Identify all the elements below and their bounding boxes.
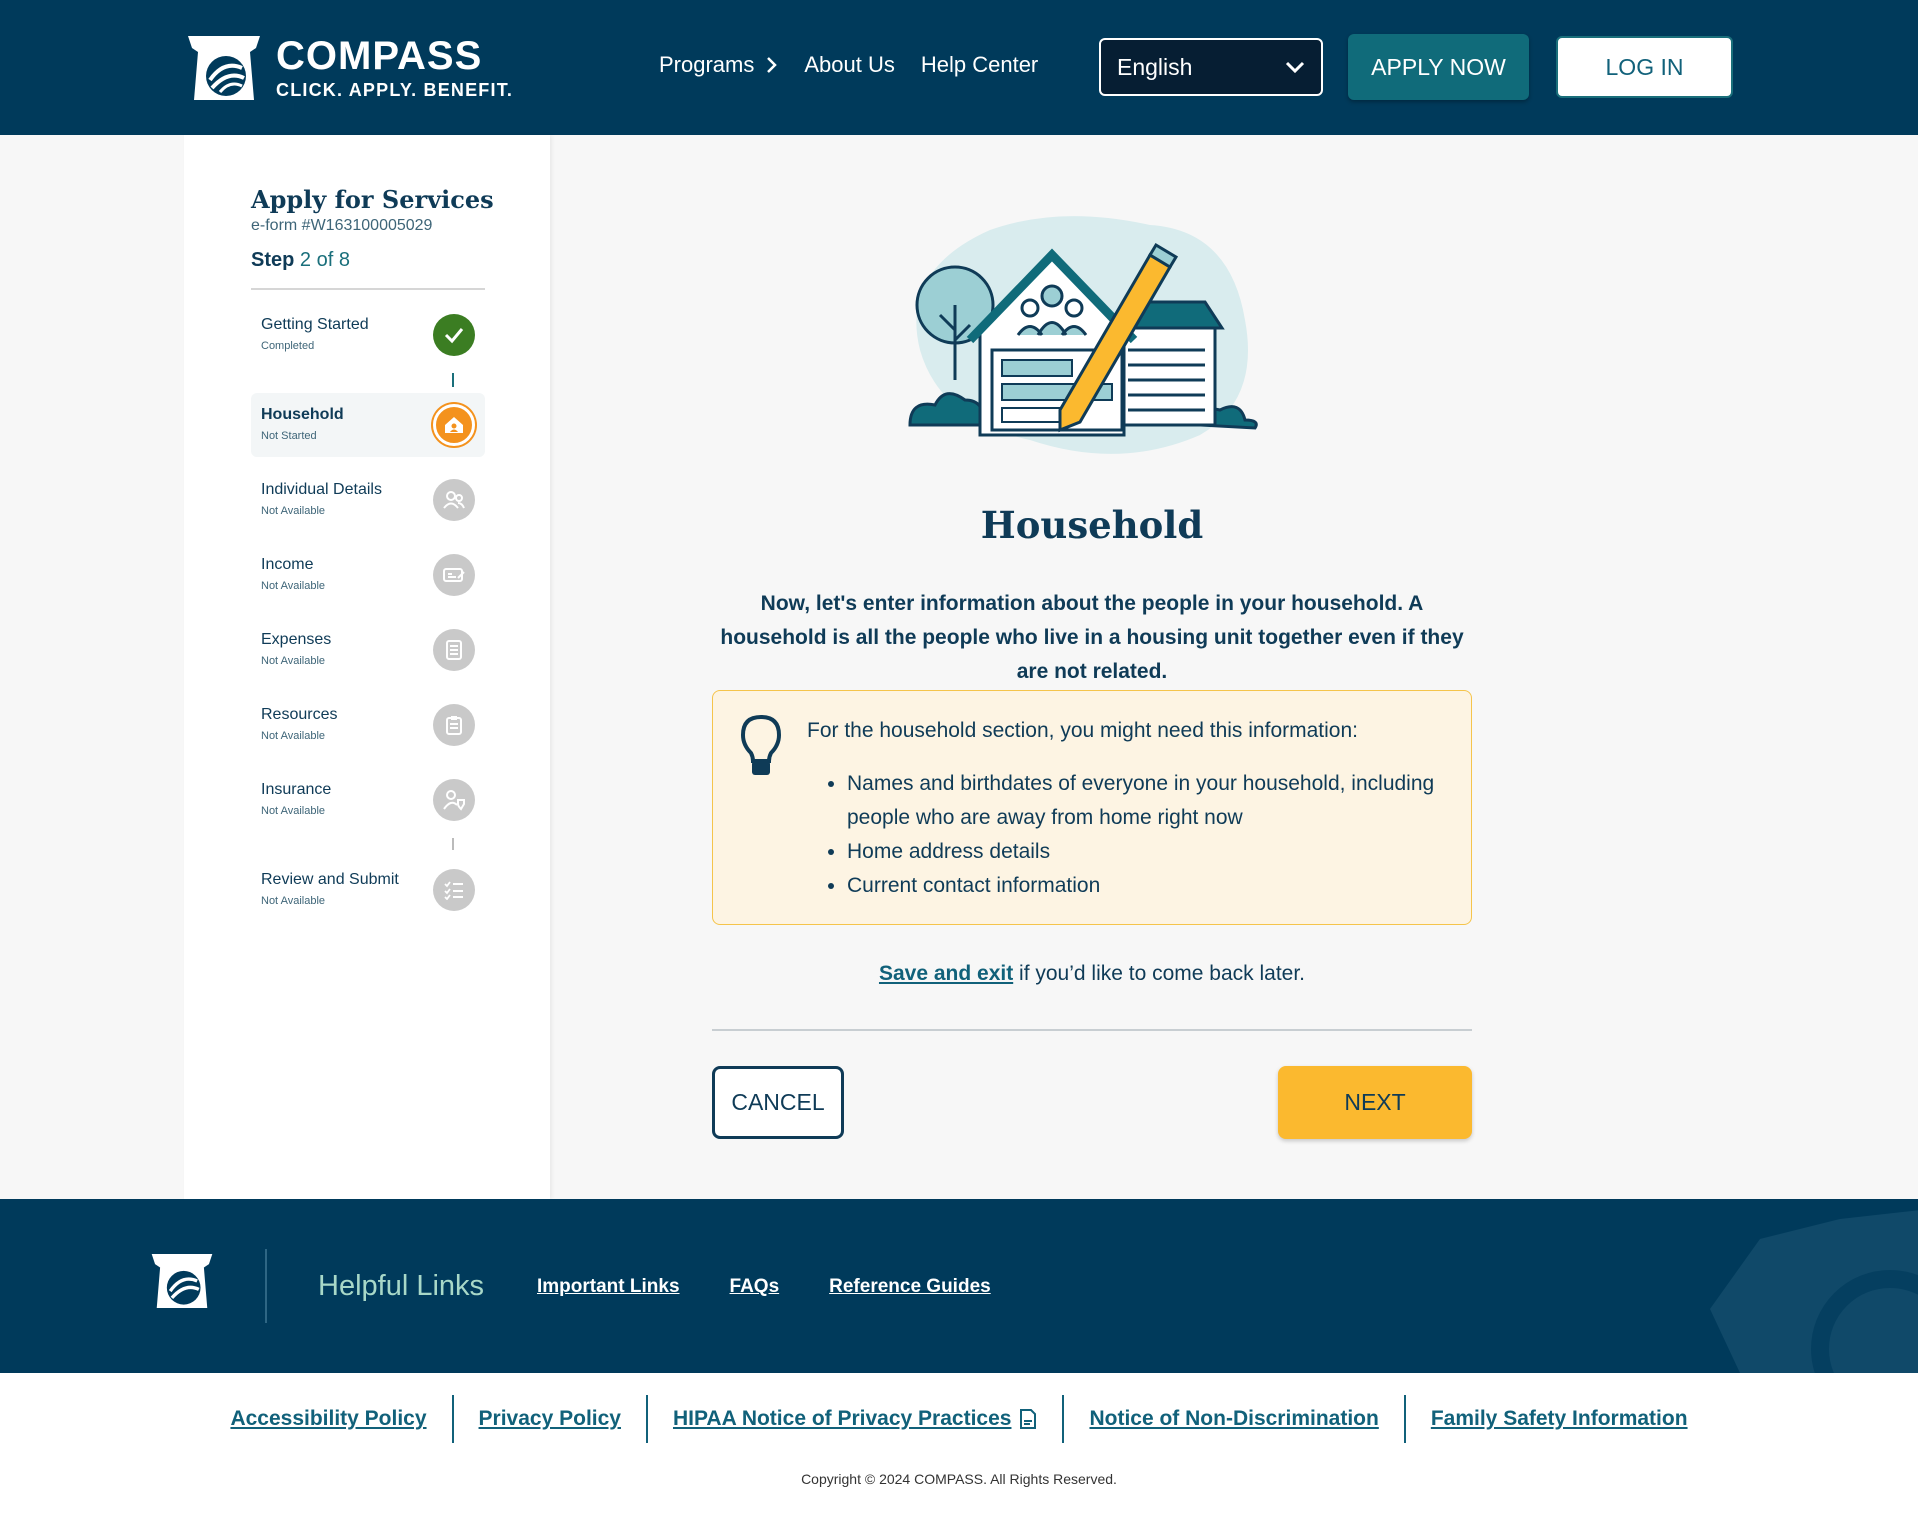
sidebar-title: Apply for Services: [251, 185, 494, 214]
next-button[interactable]: NEXT: [1278, 1066, 1472, 1139]
save-and-exit-link[interactable]: Save and exit: [879, 962, 1013, 985]
lightbulb-icon: [740, 714, 782, 775]
section-description: Now, let's enter information about the p…: [720, 592, 1464, 683]
step-indicator: Step 2 of 8: [251, 249, 350, 272]
step-progress: 2 of 8: [299, 249, 350, 271]
reference-guides-link[interactable]: Reference Guides: [829, 1276, 991, 1298]
footer-divider: [265, 1249, 267, 1323]
info-box: For the household section, you might nee…: [712, 690, 1472, 925]
nav-about-us[interactable]: About Us: [804, 52, 895, 78]
hipaa-notice-label: HIPAA Notice of Privacy Practices: [672, 1407, 1012, 1430]
legal-links: Accessibility Policy Privacy Policy HIPA…: [0, 1395, 1918, 1443]
step-insurance[interactable]: Insurance Not Available: [251, 768, 485, 832]
nav-programs[interactable]: Programs: [659, 52, 778, 78]
step-status: Not Available: [261, 505, 326, 517]
money-icon: [433, 554, 475, 596]
list-item: Home address details: [847, 835, 1447, 869]
sidebar-divider: [251, 288, 485, 290]
copyright: Copyright © 2024 COMPASS. All Rights Res…: [801, 1471, 1117, 1487]
language-select[interactable]: English: [1099, 38, 1323, 96]
language-value: English: [1117, 53, 1193, 80]
main-nav: Programs About Us Help Center: [659, 52, 1038, 78]
step-word: Step: [251, 249, 295, 271]
brand-title: COMPASS: [276, 33, 483, 78]
actions-divider: [712, 1029, 1472, 1031]
step-resources[interactable]: Resources Not Available: [251, 693, 485, 757]
pdf-icon: [1020, 1409, 1037, 1429]
step-getting-started[interactable]: Getting Started Completed: [251, 303, 485, 367]
cancel-button[interactable]: CANCEL: [712, 1066, 844, 1139]
nav-programs-label: Programs: [659, 52, 755, 77]
step-label: Expenses: [261, 631, 332, 648]
people-icon: [433, 479, 475, 521]
legal-bar: Accessibility Policy Privacy Policy HIPA…: [0, 1373, 1918, 1514]
step-status: Not Available: [261, 805, 326, 817]
step-label: Getting Started: [261, 316, 369, 333]
step-income[interactable]: Income Not Available: [251, 543, 485, 607]
non-discrimination-link[interactable]: Notice of Non-Discrimination: [1064, 1407, 1403, 1431]
progress-sidebar: Apply for Services e-form #W163100005029…: [184, 135, 550, 1199]
save-exit-suffix: if you’d like to come back later.: [1013, 962, 1306, 985]
family-safety-link[interactable]: Family Safety Information: [1406, 1407, 1713, 1431]
section-title: Household: [980, 503, 1204, 547]
important-links-link[interactable]: Important Links: [537, 1276, 680, 1298]
step-status: Not Available: [261, 730, 326, 742]
step-review-submit[interactable]: Review and Submit Not Available: [251, 858, 485, 922]
check-icon: [433, 314, 475, 356]
step-status: Not Available: [261, 655, 326, 667]
keystone-logo-icon: [151, 1254, 213, 1308]
step-household[interactable]: Household Not Started: [251, 393, 485, 457]
site-header: COMPASS CLICK. APPLY. BENEFIT. Programs …: [0, 0, 1918, 135]
site-footer: Helpful Links Important Links FAQs Refer…: [0, 1199, 1918, 1373]
step-label: Review and Submit: [261, 871, 399, 888]
brand-tagline: CLICK. APPLY. BENEFIT.: [276, 79, 514, 100]
clipboard-icon: [433, 704, 475, 746]
step-individual-details[interactable]: Individual Details Not Available: [251, 468, 485, 532]
helpful-links-title: Helpful Links: [318, 1270, 485, 1302]
accessibility-policy-link[interactable]: Accessibility Policy: [205, 1407, 451, 1431]
form-id: e-form #W163100005029: [251, 217, 433, 234]
info-list: Names and birthdates of everyone in your…: [847, 767, 1447, 903]
step-label: Resources: [261, 706, 338, 723]
step-label: Household: [261, 406, 344, 423]
info-lead: For the household section, you might nee…: [807, 719, 1358, 742]
chevron-down-icon: [1285, 61, 1305, 73]
keystone-logo-icon: [188, 36, 260, 100]
step-status: Not Started: [261, 430, 317, 442]
helpful-links: Important Links FAQs Reference Guides: [537, 1276, 991, 1298]
checklist-icon: [433, 869, 475, 911]
step-expenses[interactable]: Expenses Not Available: [251, 618, 485, 682]
step-status: Not Available: [261, 580, 326, 592]
list-item: Names and birthdates of everyone in your…: [847, 767, 1447, 835]
step-connector: [452, 373, 454, 387]
step-label: Insurance: [261, 781, 332, 798]
nav-help-center[interactable]: Help Center: [921, 52, 1038, 78]
apply-now-button[interactable]: APPLY NOW: [1348, 34, 1529, 100]
step-status: Completed: [261, 340, 315, 352]
faqs-link[interactable]: FAQs: [730, 1276, 780, 1298]
step-label: Income: [261, 556, 314, 573]
step-connector: [452, 838, 454, 850]
hipaa-notice-link[interactable]: HIPAA Notice of Privacy Practices: [648, 1407, 1062, 1431]
household-illustration: [908, 216, 1258, 454]
document-icon: [433, 629, 475, 671]
compass-logo[interactable]: COMPASS CLICK. APPLY. BENEFIT.: [184, 30, 513, 106]
step-status: Not Available: [261, 895, 326, 907]
person-shield-icon: [433, 779, 475, 821]
list-item: Current contact information: [847, 869, 1447, 903]
privacy-policy-link[interactable]: Privacy Policy: [454, 1407, 646, 1431]
log-in-button[interactable]: LOG IN: [1556, 36, 1733, 98]
keystone-watermark-icon: [1710, 1210, 1918, 1373]
chevron-right-icon: [767, 57, 778, 73]
step-label: Individual Details: [261, 481, 382, 498]
home-icon: [433, 404, 475, 446]
save-exit-line: Save and exit if you’d like to come back…: [712, 962, 1472, 986]
